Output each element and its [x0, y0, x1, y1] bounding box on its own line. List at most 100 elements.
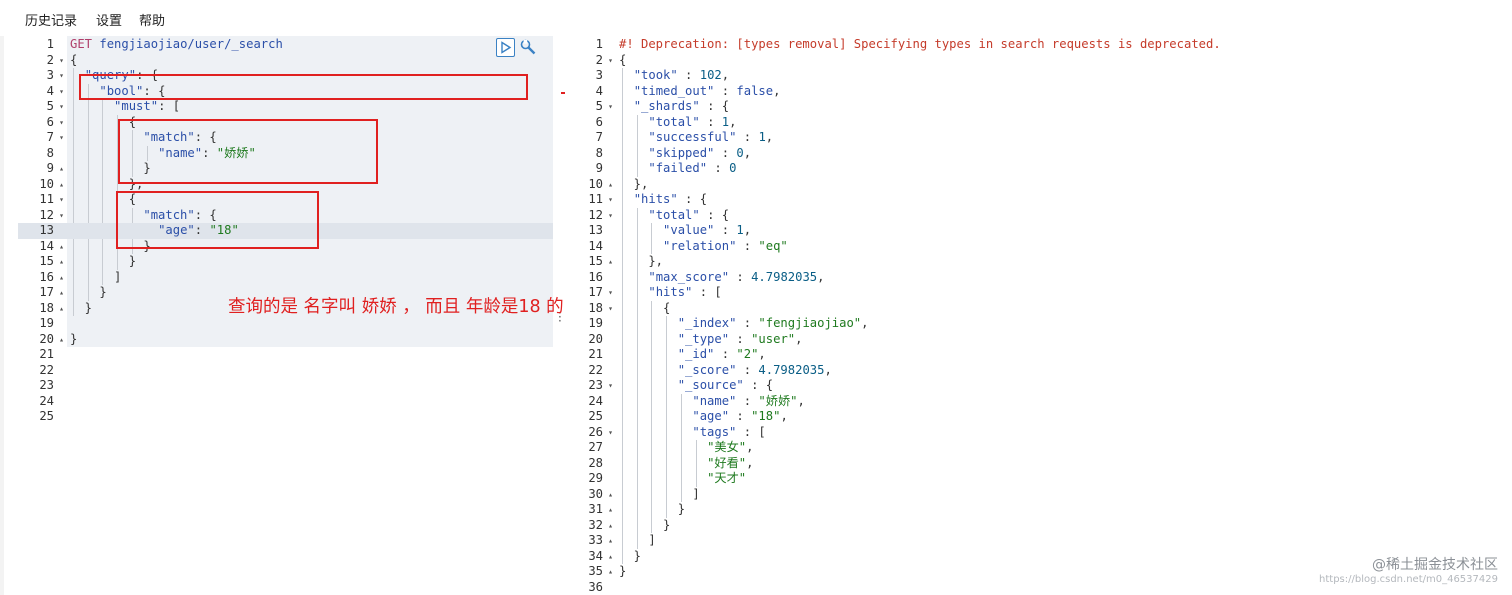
fold-expand-icon[interactable]: ▴ — [57, 254, 66, 270]
response-line[interactable]: 33 ▴ ] — [567, 533, 1512, 549]
fold-collapse-icon[interactable]: ▾ — [606, 53, 615, 69]
request-line[interactable]: 5 ▾ "must": [ — [18, 99, 553, 115]
response-line[interactable]: 12 ▾ "total" : { — [567, 208, 1512, 224]
fold-collapse-icon[interactable]: ▾ — [606, 208, 615, 224]
response-line[interactable]: 25 "age" : "18", — [567, 409, 1512, 425]
request-line[interactable]: 22 — [18, 363, 553, 379]
response-line[interactable]: 32 ▴ } — [567, 518, 1512, 534]
fold-expand-icon[interactable]: ▴ — [606, 487, 615, 503]
response-line[interactable]: 20 "_type" : "user", — [567, 332, 1512, 348]
code-token: GET — [70, 37, 100, 51]
code-token: } — [619, 548, 642, 563]
code-text: "skipped" : 0, — [619, 146, 751, 162]
response-viewer[interactable]: 1 #! Deprecation: [types removal] Specify… — [567, 36, 1512, 595]
response-line[interactable]: 2 ▾{ — [567, 53, 1512, 69]
code-token: "user" — [751, 331, 796, 346]
request-line[interactable]: 16 ▴ ] — [18, 270, 553, 286]
fold-expand-icon[interactable]: ▴ — [606, 564, 615, 580]
line-number: 10 — [588, 176, 603, 191]
fold-expand-icon[interactable]: ▴ — [606, 518, 615, 534]
fold-collapse-icon[interactable]: ▾ — [57, 99, 66, 115]
response-line[interactable]: 26 ▾ "tags" : [ — [567, 425, 1512, 441]
request-line[interactable]: 19 — [18, 316, 553, 332]
response-line[interactable]: 27 "美女", — [567, 440, 1512, 456]
response-line[interactable]: 18 ▾ { — [567, 301, 1512, 317]
response-line[interactable]: 29 "天才" — [567, 471, 1512, 487]
fold-expand-icon[interactable]: ▴ — [606, 177, 615, 193]
line-number: 29 — [588, 471, 603, 485]
response-line[interactable]: 4 "timed_out" : false, — [567, 84, 1512, 100]
fold-expand-icon[interactable]: ▴ — [57, 285, 66, 301]
fold-expand-icon[interactable]: ▴ — [57, 332, 66, 348]
request-line[interactable]: 25 — [18, 409, 553, 425]
fold-collapse-icon[interactable]: ▾ — [606, 378, 615, 394]
fold-expand-icon[interactable]: ▴ — [57, 161, 66, 177]
request-line[interactable]: 20 ▴} — [18, 332, 553, 348]
fold-collapse-icon[interactable]: ▾ — [57, 84, 66, 100]
response-line[interactable]: 7 "successful" : 1, — [567, 130, 1512, 146]
request-line[interactable]: 2 ▾{ — [18, 53, 553, 69]
request-line[interactable]: 23 — [18, 378, 553, 394]
response-line[interactable]: 1 #! Deprecation: [types removal] Specify… — [567, 37, 1512, 53]
fold-expand-icon[interactable]: ▴ — [57, 239, 66, 255]
fold-collapse-icon[interactable]: ▾ — [606, 99, 615, 115]
request-line[interactable]: 24 — [18, 394, 553, 410]
fold-expand-icon[interactable]: ▴ — [606, 502, 615, 518]
code-text: "total" : 1, — [619, 115, 736, 131]
response-line[interactable]: 28 "好看", — [567, 456, 1512, 472]
response-line[interactable]: 15 ▴ }, — [567, 254, 1512, 270]
line-number: 12 — [588, 207, 603, 222]
response-line[interactable]: 23 ▾ "_source" : { — [567, 378, 1512, 394]
response-line[interactable]: 3 "took" : 102, — [567, 68, 1512, 84]
fold-collapse-icon[interactable]: ▾ — [606, 301, 615, 317]
fold-expand-icon[interactable]: ▴ — [57, 177, 66, 193]
response-line[interactable]: 30 ▴ ] — [567, 487, 1512, 503]
response-line[interactable]: 9 "failed" : 0 — [567, 161, 1512, 177]
code-token: "skipped" — [648, 145, 715, 160]
play-icon[interactable] — [496, 38, 515, 57]
response-line[interactable]: 22 "_score" : 4.7982035, — [567, 363, 1512, 379]
fold-collapse-icon[interactable]: ▾ — [57, 130, 66, 146]
response-line[interactable]: 21 "_id" : "2", — [567, 347, 1512, 363]
fold-collapse-icon[interactable]: ▾ — [57, 53, 66, 69]
line-number: 21 — [588, 347, 603, 361]
response-line[interactable]: 31 ▴ } — [567, 502, 1512, 518]
menu-settings[interactable]: 设置 — [96, 10, 122, 29]
fold-collapse-icon[interactable]: ▾ — [57, 192, 66, 208]
fold-expand-icon[interactable]: ▴ — [606, 549, 615, 565]
fold-expand-icon[interactable]: ▴ — [606, 533, 615, 549]
request-line[interactable]: 21 — [18, 347, 553, 363]
response-line[interactable]: 16 "max_score" : 4.7982035, — [567, 270, 1512, 286]
response-line[interactable]: 8 "skipped" : 0, — [567, 146, 1512, 162]
fold-collapse-icon[interactable]: ▾ — [606, 285, 615, 301]
response-line[interactable]: 17 ▾ "hits" : [ — [567, 285, 1512, 301]
response-line[interactable]: 14 "relation" : "eq" — [567, 239, 1512, 255]
code-token: "hits" — [633, 192, 678, 206]
fold-collapse-icon[interactable]: ▾ — [57, 208, 66, 224]
line-number: 32 — [588, 517, 603, 532]
wrench-icon[interactable] — [519, 38, 537, 56]
menu-help[interactable]: 帮助 — [139, 10, 165, 29]
line-number: 22 — [39, 362, 54, 377]
response-line[interactable]: 5 ▾ "_shards" : { — [567, 99, 1512, 115]
fold-collapse-icon[interactable]: ▾ — [606, 425, 615, 441]
request-line[interactable]: 1 GET fengjiaojiao/user/_search — [18, 37, 553, 53]
code-token: , — [780, 409, 788, 423]
fold-expand-icon[interactable]: ▴ — [57, 270, 66, 286]
response-line[interactable]: 10 ▴ }, — [567, 177, 1512, 193]
fold-collapse-icon[interactable]: ▾ — [57, 115, 66, 131]
fold-collapse-icon[interactable]: ▾ — [57, 68, 66, 84]
response-line[interactable]: 24 "name" : "娇娇", — [567, 394, 1512, 410]
fold-collapse-icon[interactable]: ▾ — [606, 192, 615, 208]
response-line[interactable]: 11 ▾ "hits" : { — [567, 192, 1512, 208]
response-line[interactable]: 13 "value" : 1, — [567, 223, 1512, 239]
line-number: 16 — [588, 269, 603, 284]
request-line[interactable]: 15 ▴ } — [18, 254, 553, 270]
fold-expand-icon[interactable]: ▴ — [606, 254, 615, 270]
fold-expand-icon[interactable]: ▴ — [57, 301, 66, 317]
menu-history[interactable]: 历史记录 — [25, 10, 77, 29]
response-line[interactable]: 6 "total" : 1, — [567, 115, 1512, 131]
response-line[interactable]: 19 "_index" : "fengjiaojiao", — [567, 316, 1512, 332]
